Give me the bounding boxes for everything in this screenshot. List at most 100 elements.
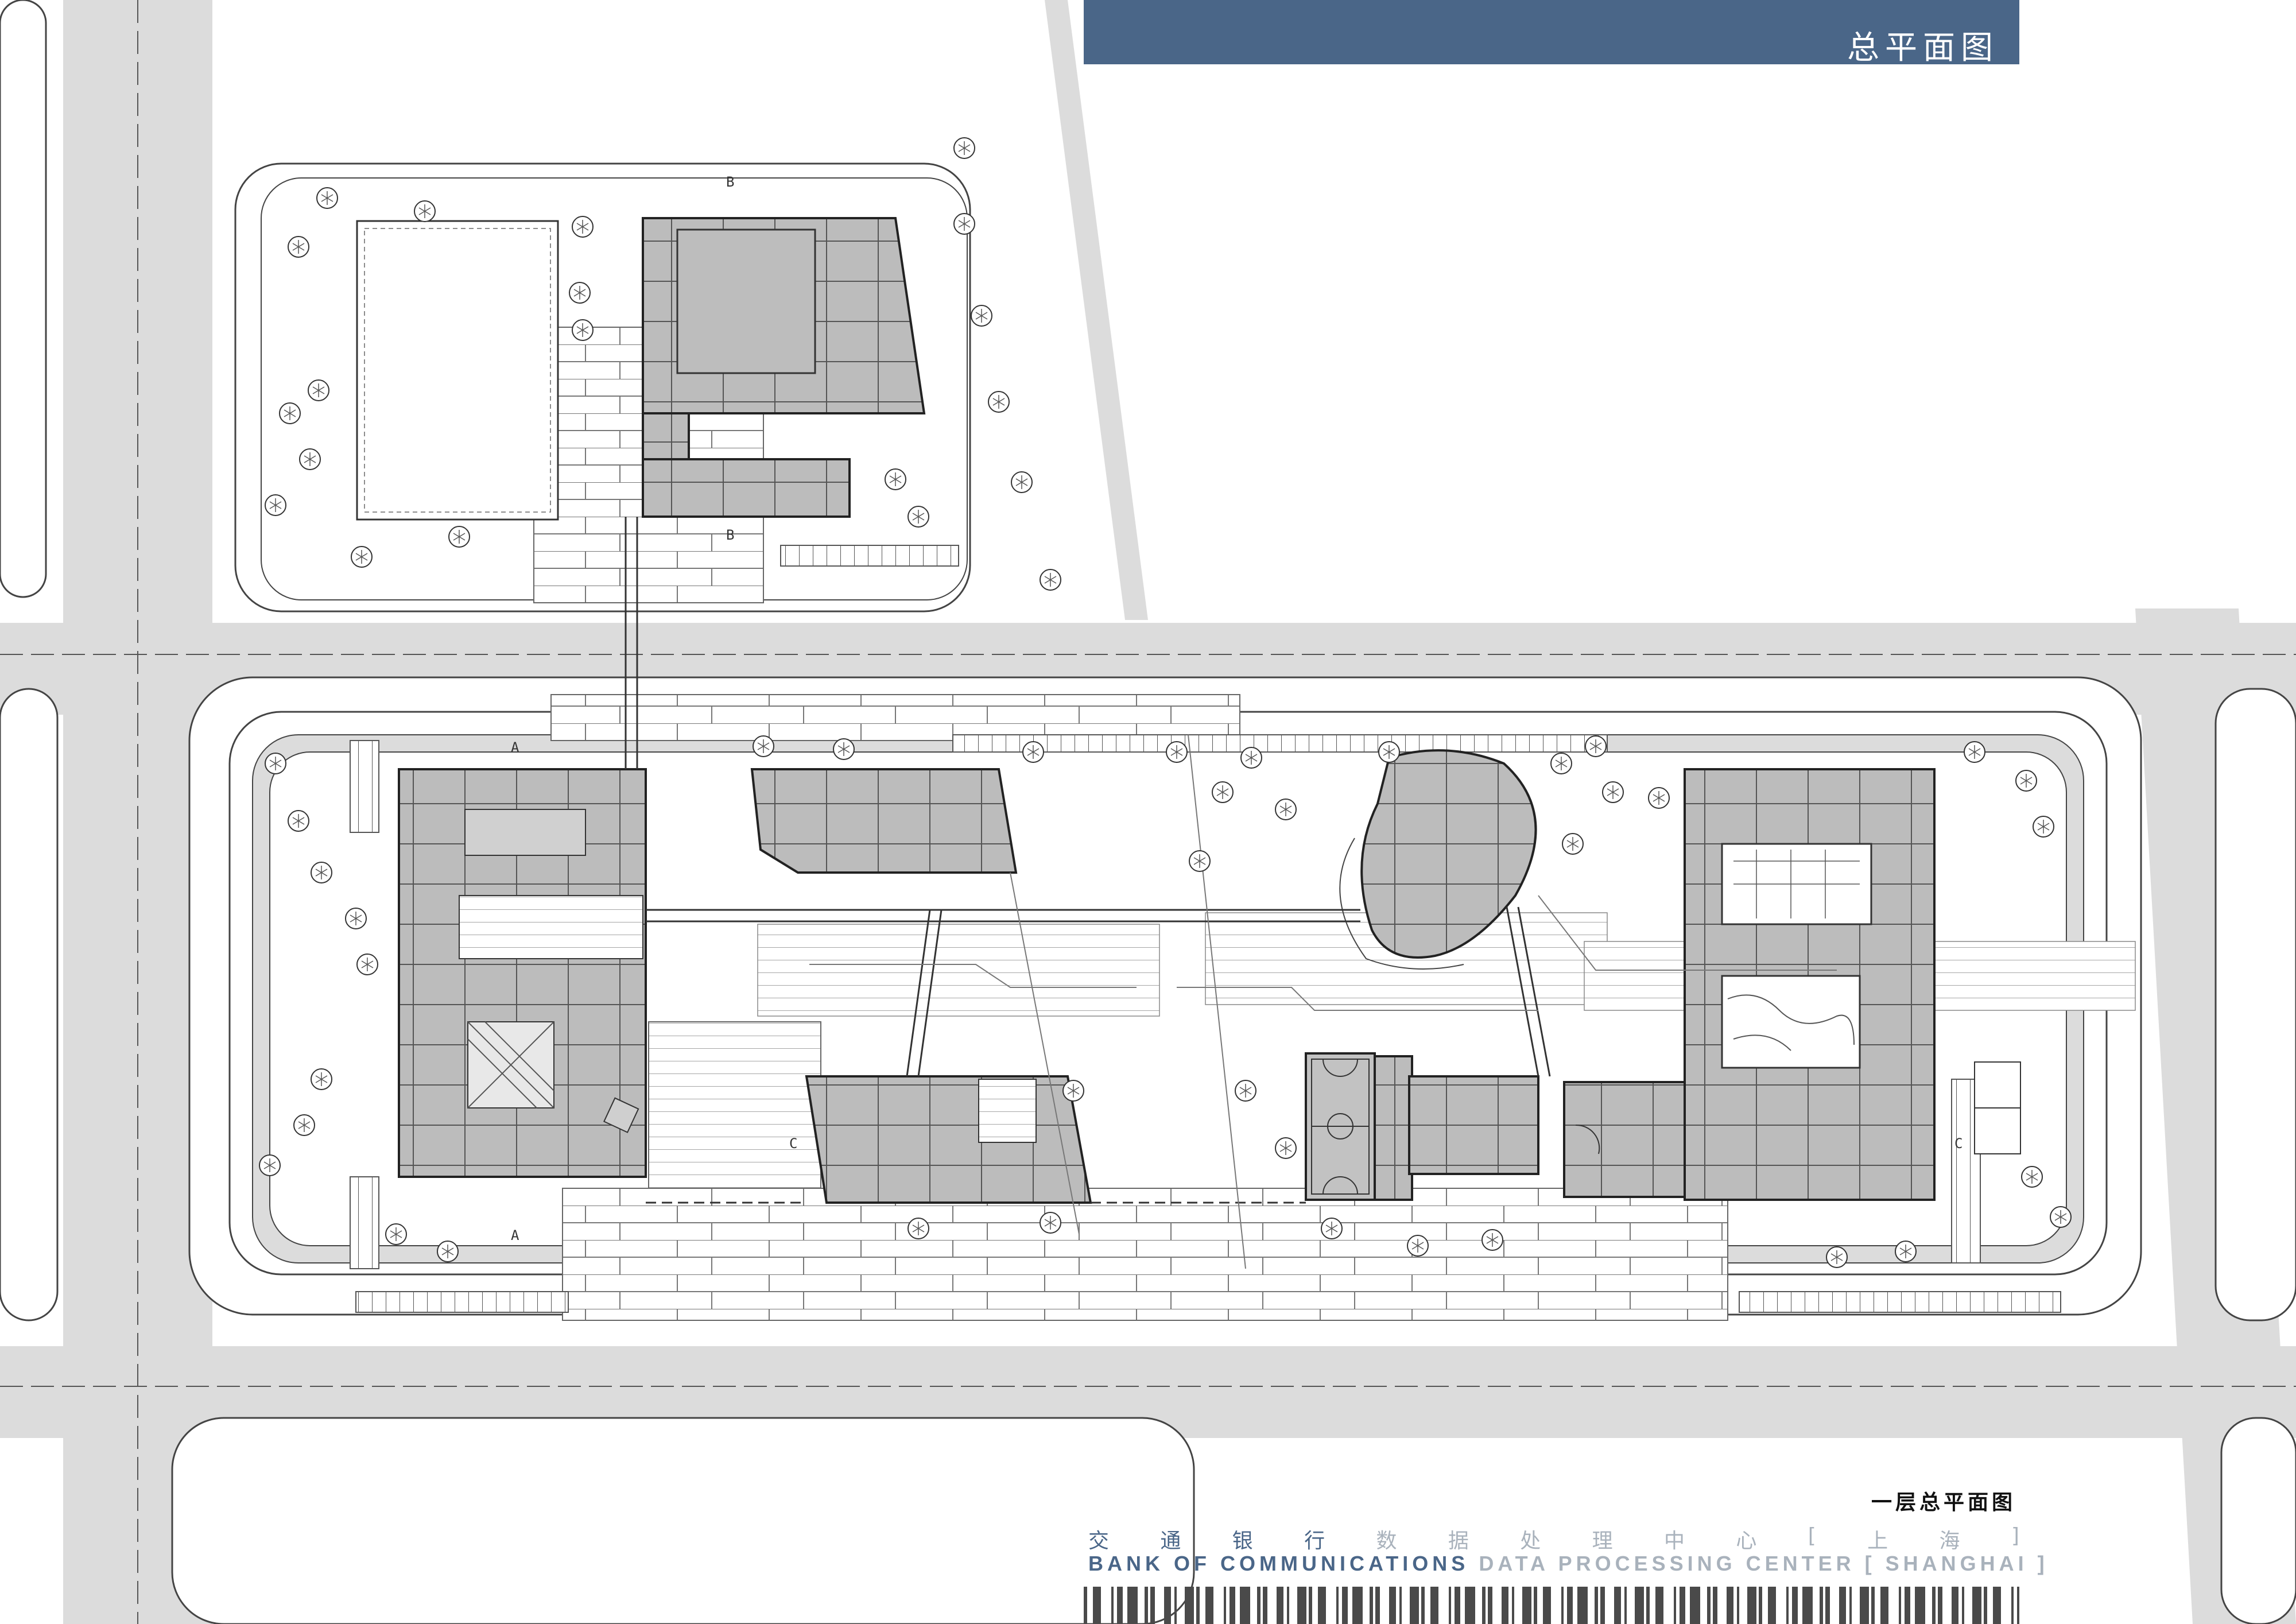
barcode-bar: [1972, 1587, 1981, 1624]
barcode-bar: [1849, 1587, 1852, 1624]
barcode-bar: [1839, 1587, 1846, 1624]
barcode-bar: [1802, 1587, 1813, 1624]
barcode-bar: [1747, 1587, 1756, 1624]
barcode-bar: [1595, 1587, 1598, 1624]
barcode-bar: [1230, 1587, 1235, 1624]
barcode-bar: [1449, 1587, 1451, 1624]
barcode-bar: [1543, 1587, 1551, 1624]
north-centre-building: [750, 768, 1018, 874]
barcode-bar: [1932, 1587, 1936, 1624]
barcode-bar: [1600, 1587, 1605, 1624]
barcode-bar: [1820, 1587, 1823, 1624]
barcode-bar: [1488, 1587, 1492, 1624]
chinese-project-name: 交 通 银 行 数 据 处 理 中 心 [ 上 海 ]: [1088, 1524, 2019, 1553]
barcode-bar: [1318, 1587, 1326, 1624]
barcode-bar: [1117, 1587, 1123, 1624]
cn-char: 中: [1664, 1529, 1685, 1553]
barcode-bar: [1915, 1587, 1925, 1624]
english-name-primary: BANK OF COMMUNICATIONS: [1088, 1552, 1469, 1575]
barcode-bar: [1905, 1587, 1910, 1624]
barcode-bar: [1860, 1587, 1869, 1624]
barcode-bar: [2011, 1587, 2014, 1624]
barcode-bar: [1768, 1587, 1776, 1624]
barcode-bar: [1240, 1587, 1250, 1624]
barcode-bar: [1352, 1587, 1363, 1624]
cn-char: 理: [1592, 1529, 1613, 1553]
title-banner: 总平面图: [1084, 0, 2019, 67]
section-mark-b-top: B: [726, 174, 734, 190]
english-name-secondary: DATA PROCESSING CENTER [ SHANGHAI ]: [1479, 1552, 2049, 1575]
barcode-bar: [1375, 1587, 1380, 1624]
drawing-subtitle: 一层总平面图: [1871, 1491, 2016, 1514]
barcode-bar: [1336, 1587, 1339, 1624]
barcode-bar: [1674, 1587, 1676, 1624]
barcode-bar: [1938, 1587, 1942, 1624]
section-mark-a-top: A: [511, 739, 519, 755]
site-plan-drawing: B B A A C C: [0, 0, 2296, 1624]
barcode-bar: [1205, 1587, 1213, 1624]
cn-char: 上: [1867, 1529, 1888, 1553]
cn-char: 银: [1232, 1529, 1253, 1553]
barcode-bar: [1482, 1587, 1486, 1624]
cn-char: 处: [1520, 1529, 1541, 1553]
barcode-bar: [1690, 1587, 1700, 1624]
barcode-bar: [1389, 1587, 1396, 1624]
barcode-bar: [2017, 1587, 2019, 1624]
barcode-bar: [1512, 1587, 1514, 1624]
barcode-bar: [1185, 1587, 1194, 1624]
barcode-bar: [1174, 1587, 1177, 1624]
barcode-bar: [1713, 1587, 1717, 1624]
barcode-bar: [1297, 1587, 1306, 1624]
cn-char: 通: [1160, 1529, 1181, 1553]
section-mark-a-bottom: A: [511, 1227, 519, 1243]
cn-char: ]: [2011, 1524, 2019, 1548]
barcode-bar: [1150, 1587, 1155, 1624]
south-centre-building: [805, 1075, 1092, 1204]
barcode-bar: [1309, 1587, 1312, 1624]
barcode-bar: [1287, 1587, 1289, 1624]
barcode-bar: [1786, 1587, 1789, 1624]
barcode-bar: [1522, 1587, 1531, 1624]
barcode-bar: [1164, 1587, 1171, 1624]
cn-char: 海: [1939, 1529, 1960, 1553]
barcode-bar: [1727, 1587, 1733, 1624]
barcode-bar: [1680, 1587, 1685, 1624]
barcode-bar: [1567, 1587, 1573, 1624]
barcode-bar: [1410, 1587, 1419, 1624]
barcode-bar: [1577, 1587, 1588, 1624]
barcode-bar: [1635, 1587, 1644, 1624]
road-network: [0, 0, 2296, 1624]
barcode-bar: [1196, 1587, 1200, 1624]
barcode-bar: [1655, 1587, 1663, 1624]
section-mark-c-left: C: [789, 1135, 797, 1152]
barcode-bar: [1993, 1587, 2001, 1624]
barcode-bar: [1399, 1587, 1402, 1624]
cn-char: 数: [1376, 1529, 1397, 1553]
barcode-bar: [1534, 1587, 1537, 1624]
barcode-bar: [1465, 1587, 1475, 1624]
english-project-name: BANK OF COMMUNICATIONS DATA PROCESSING C…: [1088, 1552, 2049, 1578]
barcode-bar: [1430, 1587, 1438, 1624]
barcode-bar: [1421, 1587, 1425, 1624]
barcode-bar: [1880, 1587, 1888, 1624]
barcode-bar: [1263, 1587, 1267, 1624]
barcode-bar: [1899, 1587, 1901, 1624]
barcode-bar: [1792, 1587, 1798, 1624]
barcode-bar: [1614, 1587, 1621, 1624]
barcode-decoration: [1084, 1587, 2019, 1624]
main-west-building: [398, 768, 647, 1178]
barcode-bar: [1646, 1587, 1650, 1624]
barcode-bar: [1093, 1587, 1101, 1624]
barcode-bar: [1962, 1587, 1964, 1624]
barcode-bar: [1759, 1587, 1762, 1624]
barcode-bar: [1370, 1587, 1373, 1624]
barcode-bar: [1737, 1587, 1739, 1624]
sports-field: [356, 220, 559, 521]
section-mark-c-right: C: [1954, 1135, 1963, 1152]
barcode-bar: [1952, 1587, 1958, 1624]
barcode-bar: [1502, 1587, 1508, 1624]
sheet-title: 总平面图: [1847, 29, 1999, 67]
barcode-bar: [1127, 1587, 1138, 1624]
barcode-bar: [1624, 1587, 1627, 1624]
barcode-bar: [1561, 1587, 1564, 1624]
